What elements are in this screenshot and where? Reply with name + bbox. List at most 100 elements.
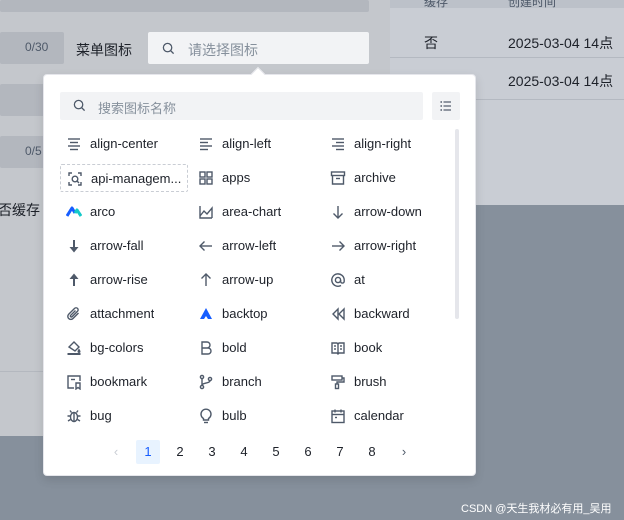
list-view-button[interactable]	[432, 92, 460, 120]
icon-option-label: arrow-left	[222, 238, 277, 253]
icon-option-area-chart[interactable]: area-chart	[192, 198, 320, 226]
icon-option-label: bulb	[222, 408, 247, 423]
icon-option-label: bold	[222, 340, 247, 355]
icon-option-label: backtop	[222, 306, 268, 321]
icon-option-arco[interactable]: arco	[60, 198, 188, 226]
watermark: CSDN @天生我材必有用_吴用	[461, 503, 612, 515]
arco-icon	[65, 204, 83, 220]
page-4-button[interactable]: 4	[232, 440, 256, 464]
bulb-icon	[198, 408, 214, 424]
header-created: 创建时间	[508, 0, 557, 8]
icon-select-input[interactable]: 请选择图标	[148, 32, 369, 64]
icon-option-label: bg-colors	[90, 340, 144, 355]
icon-select-placeholder: 请选择图标	[188, 42, 258, 58]
area-chart-icon	[198, 204, 214, 220]
page-2-button[interactable]: 2	[168, 440, 192, 464]
page-5-button[interactable]: 5	[264, 440, 288, 464]
icon-option-label: calendar	[354, 408, 404, 423]
icon-option-label: at	[354, 272, 365, 287]
icon-option-branch[interactable]: branch	[192, 368, 320, 396]
align-left-icon	[198, 136, 214, 152]
calendar-icon	[330, 408, 346, 424]
top-input[interactable]	[0, 0, 369, 12]
table-header: 缓存 创建时间	[390, 0, 624, 8]
icon-option-label: align-right	[354, 136, 412, 151]
icon-search-input[interactable]: 搜索图标名称	[60, 92, 423, 120]
page-1-button[interactable]: 1	[136, 440, 160, 464]
icon-option-label: align-left	[222, 136, 272, 151]
icon-option-arrow-fall[interactable]: arrow-fall	[60, 232, 188, 260]
bookmark-icon	[66, 374, 82, 391]
icon-option-brush[interactable]: brush	[324, 368, 452, 396]
page-8-button[interactable]: 8	[360, 440, 384, 464]
icon-option-label: area-chart	[222, 204, 282, 219]
icon-option-arrow-left[interactable]: arrow-left	[192, 232, 320, 260]
name-input[interactable]: 0/30	[0, 32, 64, 64]
icon-option-backtop[interactable]: backtop	[192, 300, 320, 328]
icon-option-arrow-down[interactable]: arrow-down	[324, 198, 452, 226]
list-icon	[440, 101, 451, 111]
icon-option-bg-colors[interactable]: bg-colors	[60, 334, 188, 362]
char-counter: 0/5	[25, 144, 42, 158]
book-icon	[330, 340, 346, 356]
icon-option-label: arrow-right	[354, 238, 417, 253]
branch-icon	[198, 374, 214, 390]
arrow-down-icon	[330, 204, 346, 220]
api-management-icon	[67, 171, 83, 187]
icon-option-arrow-rise[interactable]: arrow-rise	[60, 266, 188, 294]
icon-option-api-management[interactable]: api-managem...	[60, 164, 188, 192]
backward-icon	[330, 306, 346, 322]
icon-grid: align-center align-left align-right api-man…	[60, 129, 450, 439]
arrow-right-icon	[330, 238, 346, 254]
brush-icon	[330, 374, 346, 390]
created-cell: 2025-03-04 14点	[508, 73, 614, 89]
next-page-button[interactable]: ›	[392, 440, 416, 464]
backtop-icon	[198, 306, 214, 322]
icon-option-align-right[interactable]: align-right	[324, 130, 452, 158]
icon-option-label: arco	[90, 204, 116, 219]
search-placeholder: 搜索图标名称	[98, 101, 177, 116]
page-3-button[interactable]: 3	[200, 440, 224, 464]
bg-colors-icon	[66, 340, 82, 356]
icon-picker-popup: 搜索图标名称 align-center align-left align-right…	[43, 66, 476, 476]
scrollbar[interactable]	[455, 129, 459, 319]
icon-option-label: api-managem...	[91, 171, 182, 186]
icon-option-book[interactable]: book	[324, 334, 452, 362]
icon-option-label: book	[354, 340, 383, 355]
icon-option-align-left[interactable]: align-left	[192, 130, 320, 158]
icon-option-arrow-up[interactable]: arrow-up	[192, 266, 320, 294]
bug-icon	[66, 408, 82, 424]
icon-option-bookmark[interactable]: bookmark	[60, 368, 188, 396]
icon-option-calendar[interactable]: calendar	[324, 402, 452, 430]
icon-option-attachment[interactable]: attachment	[60, 300, 188, 328]
icon-option-label: branch	[222, 374, 262, 389]
icon-option-label: bookmark	[90, 374, 148, 389]
icon-option-bug[interactable]: bug	[60, 402, 188, 430]
icon-option-label: archive	[354, 170, 396, 185]
align-right-icon	[330, 136, 346, 152]
created-cell: 2025-03-04 14点	[508, 35, 614, 51]
page-7-button[interactable]: 7	[328, 440, 352, 464]
prev-page-button[interactable]: ‹	[104, 440, 128, 464]
menu-icon-label: 菜单图标	[76, 42, 132, 58]
icon-option-label: arrow-rise	[90, 272, 148, 287]
search-icon	[162, 42, 175, 58]
char-counter: 0/30	[25, 40, 49, 54]
icon-option-bulb[interactable]: bulb	[192, 402, 320, 430]
icon-option-at[interactable]: at	[324, 266, 452, 294]
icon-option-archive[interactable]: archive	[324, 164, 452, 192]
icon-option-backward[interactable]: backward	[324, 300, 452, 328]
arrow-rise-icon	[66, 272, 82, 288]
pagination: ‹ 1 2 3 4 5 6 7 8 ›	[104, 440, 424, 464]
icon-option-bold[interactable]: bold	[192, 334, 320, 362]
arrow-up-icon	[198, 272, 214, 288]
icon-option-apps[interactable]: apps	[192, 164, 320, 192]
bold-icon	[198, 340, 214, 356]
icon-option-label: attachment	[90, 306, 155, 321]
icon-option-label: arrow-up	[222, 272, 274, 287]
icon-option-align-center[interactable]: align-center	[60, 130, 188, 158]
icon-option-arrow-right[interactable]: arrow-right	[324, 232, 452, 260]
page-6-button[interactable]: 6	[296, 440, 320, 464]
apps-icon	[198, 170, 214, 186]
icon-option-label: arrow-fall	[90, 238, 144, 253]
